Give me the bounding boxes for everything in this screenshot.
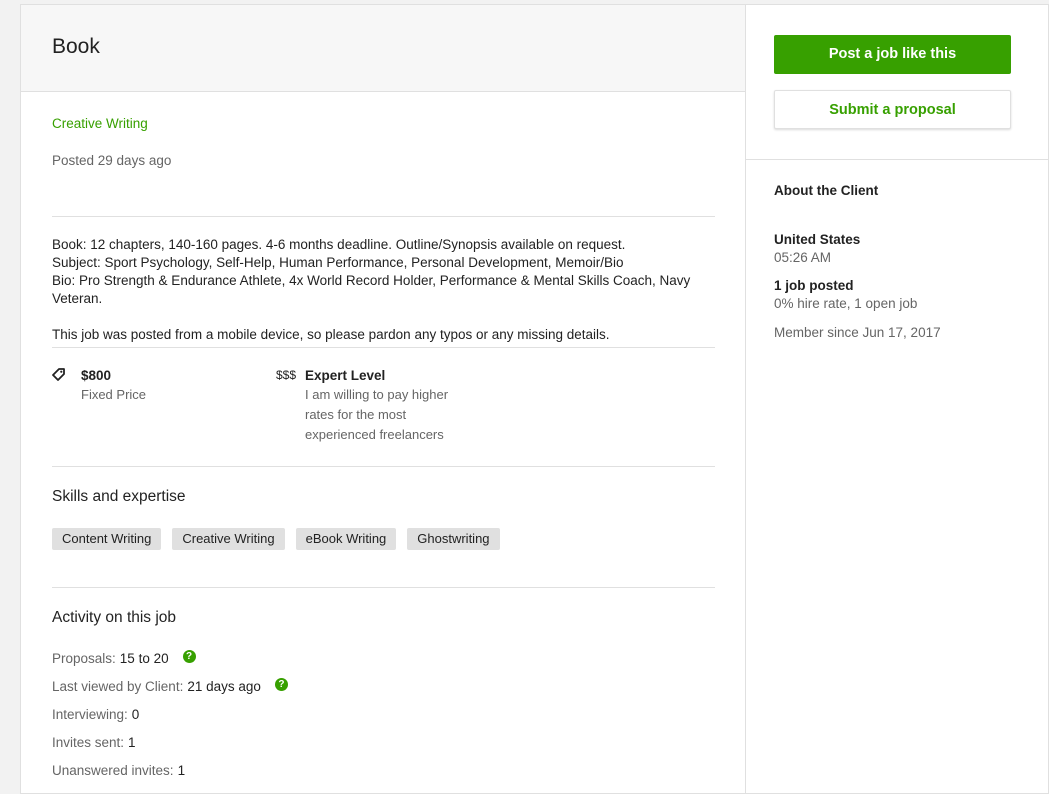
activity-heading: Activity on this job (52, 609, 177, 626)
job-meta: Creative Writing Posted 29 days ago (21, 116, 745, 216)
price-type: Fixed Price (81, 387, 147, 402)
description-line: Subject: Sport Psychology, Self-Help, Hu… (52, 255, 624, 270)
job-details-card: Book Creative Writing Posted 29 days ago… (20, 4, 1049, 794)
activity-value: 1 (128, 735, 136, 750)
skills-section: Skills and expertise Content Writing Cre… (21, 467, 745, 587)
activity-value: 21 days ago (187, 679, 261, 694)
help-icon[interactable]: ? (182, 650, 196, 663)
job-main-panel: Book Creative Writing Posted 29 days ago… (21, 5, 746, 793)
description-text: Book: 12 chapters, 140-160 pages. 4-6 mo… (52, 236, 715, 308)
skill-chip[interactable]: Content Writing (52, 528, 162, 550)
description-line: Book: 12 chapters, 140-160 pages. 4-6 mo… (52, 237, 626, 252)
activity-value: 0 (131, 707, 140, 722)
level-desc-line: experienced freelancers (305, 427, 444, 442)
activity-row-proposals: Proposals: 15 to 20 ? (52, 650, 715, 678)
client-member-since: Member since Jun 17, 2017 (774, 325, 941, 340)
client-hire-rate: 0% hire rate, 1 open job (774, 296, 918, 311)
activity-row-unanswered-invites: Unanswered invites: 1 (52, 762, 715, 790)
level-desc-line: rates for the most (305, 407, 407, 422)
activity-label: Interviewing: (52, 707, 128, 722)
submit-proposal-button[interactable]: Submit a proposal (774, 90, 1011, 129)
job-description: Book: 12 chapters, 140-160 pages. 4-6 mo… (21, 217, 745, 347)
sidebar: Post a job like this Submit a proposal A… (745, 5, 1049, 793)
activity-list: Proposals: 15 to 20 ? Last viewed by Cli… (52, 650, 715, 790)
activity-section: Activity on this job Proposals: 15 to 20… (21, 588, 745, 790)
client-jobs-posted: 1 job posted (774, 278, 854, 293)
level-desc-line: I am willing to pay higher (305, 387, 449, 402)
skills-heading: Skills and expertise (52, 488, 186, 505)
skill-chip[interactable]: Creative Writing (172, 528, 285, 550)
about-client: About the Client United States 05:26 AM … (774, 183, 1034, 342)
mobile-note: This job was posted from a mobile device… (52, 327, 610, 342)
post-job-like-this-button[interactable]: Post a job like this (774, 35, 1011, 74)
job-stats: $800 Fixed Price $$$ Expert Level I am w… (21, 348, 745, 466)
activity-row-last-viewed: Last viewed by Client: 21 days ago ? (52, 678, 715, 706)
title-bar: Book (21, 5, 745, 92)
posted-date: Posted 29 days ago (52, 153, 172, 168)
skill-chips: Content Writing Creative Writing eBook W… (52, 528, 715, 550)
level-title: Expert Level (305, 368, 386, 383)
divider (745, 159, 1049, 160)
activity-value: 15 to 20 (119, 651, 169, 666)
job-category-link[interactable]: Creative Writing (52, 116, 715, 131)
tag-icon (52, 368, 65, 384)
activity-label: Unanswered invites: (52, 763, 174, 778)
activity-label: Invites sent: (52, 735, 125, 750)
skill-chip[interactable]: Ghostwriting (407, 528, 500, 550)
client-local-time: 05:26 AM (774, 250, 832, 265)
description-line: Bio: Pro Strength & Endurance Athlete, 4… (52, 273, 691, 306)
activity-label: Proposals: (52, 651, 116, 666)
job-title: Book (52, 35, 100, 58)
dollar-signs-icon: $$$ (276, 368, 297, 382)
level-body: Expert Level I am willing to pay higher … (305, 367, 448, 445)
price-amount: $800 (81, 368, 112, 383)
activity-row-invites-sent: Invites sent: 1 (52, 734, 715, 762)
client-country: United States (774, 232, 861, 247)
activity-value: 1 (177, 763, 186, 778)
help-icon[interactable]: ? (274, 678, 288, 691)
about-client-heading: About the Client (774, 183, 879, 198)
price-body: $800 Fixed Price (81, 367, 146, 405)
activity-row-interviewing: Interviewing: 0 (52, 706, 715, 734)
skill-chip[interactable]: eBook Writing (295, 528, 397, 550)
activity-label: Last viewed by Client: (52, 679, 184, 694)
